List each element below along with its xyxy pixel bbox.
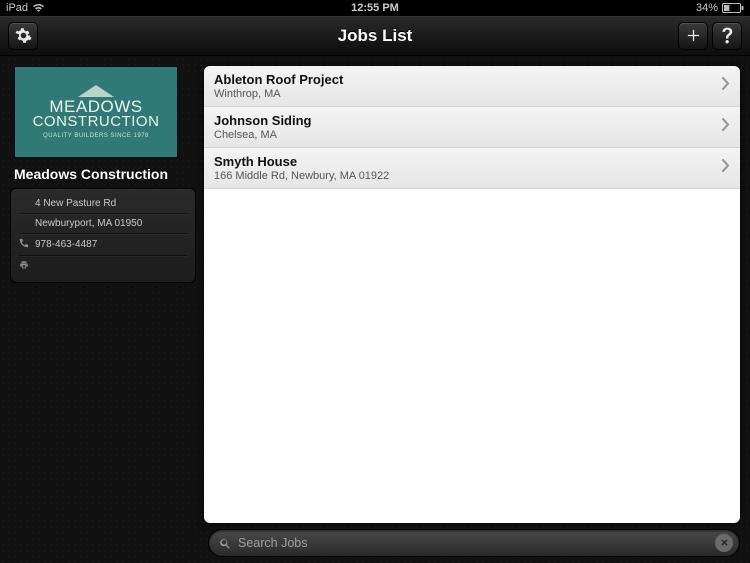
search-bar[interactable] [208, 529, 740, 557]
wifi-icon [32, 3, 45, 13]
job-title: Ableton Roof Project [214, 72, 721, 87]
job-row[interactable]: Johnson SidingChelsea, MA [204, 107, 740, 148]
fax-row [19, 257, 187, 276]
logo-text-2: CONSTRUCTION [33, 115, 160, 129]
address-line-2: Newburyport, MA 01950 [35, 218, 142, 229]
gear-icon [15, 27, 32, 44]
phone-number: 978-463-4487 [35, 239, 97, 250]
job-title: Smyth House [214, 154, 721, 169]
job-title: Johnson Siding [214, 113, 721, 128]
chevron-right-icon [721, 77, 730, 95]
battery-percent: 34% [696, 2, 718, 14]
job-row[interactable]: Smyth House166 Middle Rd, Newbury, MA 01… [204, 148, 740, 189]
sidebar: MEADOWS CONSTRUCTION QUALITY BUILDERS SI… [0, 56, 204, 563]
job-subtitle: Winthrop, MA [214, 88, 721, 100]
chevron-right-icon [721, 159, 730, 177]
company-name: Meadows Construction [14, 166, 196, 182]
house-icon [78, 85, 114, 97]
logo-tagline: QUALITY BUILDERS SINCE 1978 [43, 133, 149, 139]
phone-row: 978-463-4487 [19, 235, 187, 254]
question-icon [721, 27, 734, 44]
address-line-1: 4 New Pasture Rd [35, 198, 116, 209]
page-title: Jobs List [338, 26, 413, 46]
job-subtitle: Chelsea, MA [214, 129, 721, 141]
settings-button[interactable] [8, 22, 38, 50]
battery-icon [722, 3, 744, 13]
help-button[interactable] [712, 22, 742, 50]
add-job-button[interactable] [678, 22, 708, 50]
chevron-right-icon [721, 118, 730, 136]
city-row: Newburyport, MA 01950 [19, 215, 187, 232]
carrier-label: iPad [6, 2, 28, 14]
clear-search-button[interactable] [715, 534, 733, 552]
ios-status-bar: iPad 12:55 PM 34% [0, 0, 750, 16]
plus-icon [686, 28, 701, 43]
phone-icon [19, 238, 29, 251]
jobs-panel: Ableton Roof ProjectWinthrop, MAJohnson … [204, 66, 740, 523]
close-icon [720, 534, 729, 552]
status-time: 12:55 PM [351, 2, 399, 14]
company-logo: MEADOWS CONSTRUCTION QUALITY BUILDERS SI… [14, 66, 178, 158]
job-row[interactable]: Ableton Roof ProjectWinthrop, MA [204, 66, 740, 107]
search-icon [219, 537, 232, 550]
company-info-card: 4 New Pasture Rd Newburyport, MA 01950 9… [10, 188, 196, 283]
search-input[interactable] [238, 536, 709, 550]
address-row: 4 New Pasture Rd [19, 195, 187, 212]
fax-icon [19, 260, 29, 273]
nav-bar: Jobs List [0, 16, 750, 56]
job-subtitle: 166 Middle Rd, Newbury, MA 01922 [214, 170, 721, 182]
